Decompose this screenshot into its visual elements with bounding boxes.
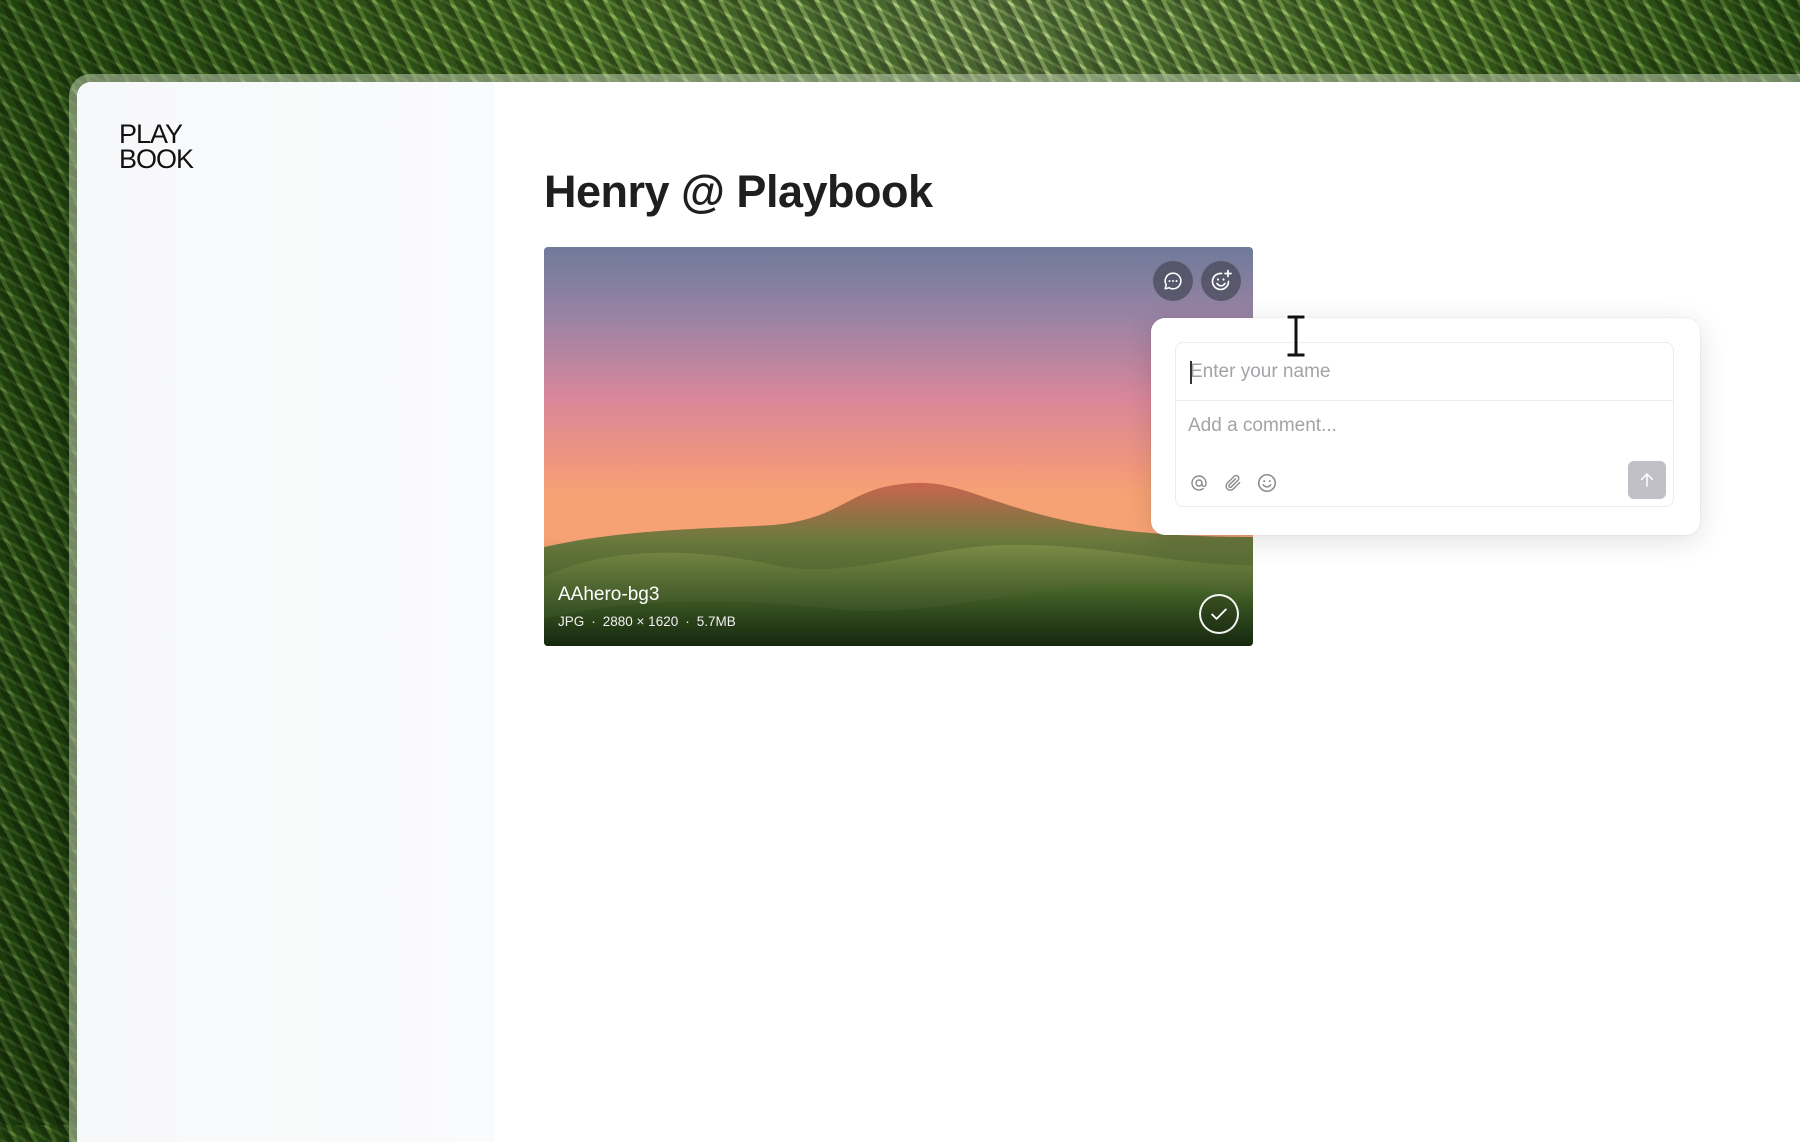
checkmark-icon [1211,608,1227,620]
comment-box [1175,342,1674,507]
add-reaction-button[interactable] [1201,261,1241,301]
mention-icon [1191,475,1207,491]
page-title: Henry @ Playbook [544,166,933,217]
logo-line-2: BOOK [119,144,194,174]
text-caret [1190,361,1192,384]
asset-name: AAhero-bg3 [558,584,660,605]
comment-button[interactable] [1153,261,1193,301]
add-reaction-icon [1211,269,1232,291]
emoji-button[interactable] [1254,470,1280,496]
attachment-icon [1225,474,1241,491]
mention-button[interactable] [1186,470,1212,496]
arrow-up-icon [1641,473,1653,487]
comment-input[interactable] [1176,403,1673,453]
asset-card[interactable]: AAhero-bg3 JPG · 2880 × 1620 · 5.7MB [544,247,1253,646]
meta-separator: · [591,614,596,629]
name-input[interactable] [1176,343,1673,401]
attachment-button[interactable] [1220,470,1246,496]
text-cursor-icon [1286,314,1306,358]
asset-size: 5.7MB [696,614,736,629]
main-content: Henry @ Playbook AAhero-bg3 JPG · 2880 ×… [495,82,1800,1142]
playbook-logo[interactable]: PLAY BOOK [119,121,194,174]
asset-dimensions: 2880 × 1620 [602,614,679,629]
meta-separator: · [685,614,690,629]
app-window: PLAY BOOK Henry @ Playbook AAhero-bg3 JP… [77,82,1800,1142]
comment-tools [1186,470,1280,496]
emoji-icon [1257,473,1277,493]
asset-meta: JPG · 2880 × 1620 · 5.7MB [558,614,736,629]
comment-icon [1164,272,1182,290]
asset-type: JPG [558,614,585,629]
comment-popover [1151,318,1700,535]
card-actions [1153,261,1241,301]
approve-checkbox[interactable] [1199,594,1239,634]
send-comment-button[interactable] [1628,461,1666,499]
sidebar: PLAY BOOK [77,82,495,1142]
